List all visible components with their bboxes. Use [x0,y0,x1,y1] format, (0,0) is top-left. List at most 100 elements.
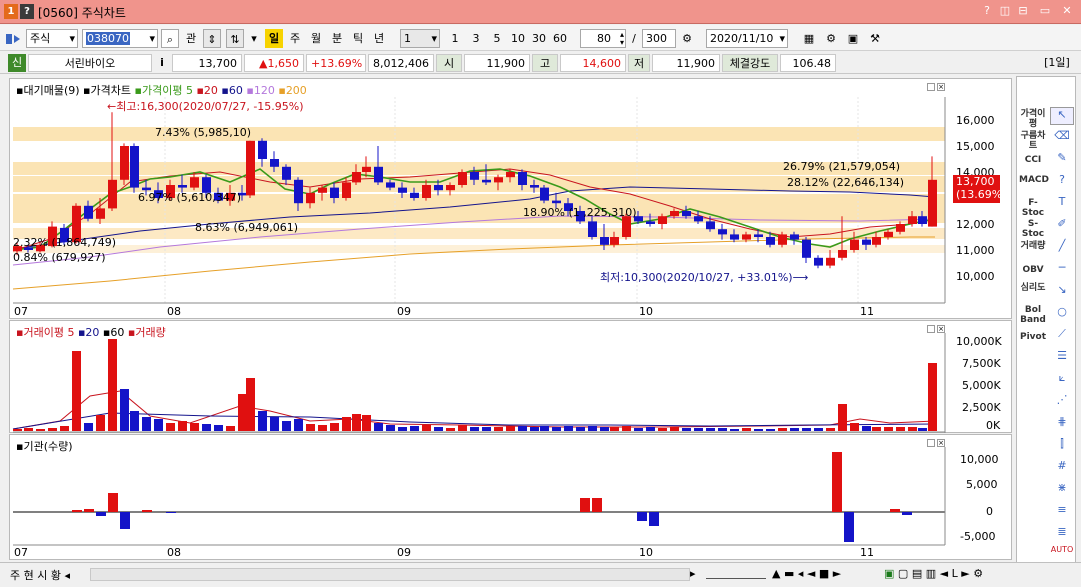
tool-cci[interactable]: CCI [1019,155,1047,165]
fan-icon[interactable]: ⋰ [1050,393,1074,411]
horizontal-scrollbar[interactable] [90,568,690,581]
legend-vol-ma20[interactable]: 20 [85,326,99,339]
tool-price-ma[interactable]: 가격이평 [1019,109,1047,129]
print-icon[interactable]: ▤ [912,567,922,580]
legend-ma120[interactable]: 120 [254,84,275,97]
prev-icon[interactable]: ◄ [940,567,948,580]
panel-restore-icon[interactable] [927,439,935,447]
legend-ma[interactable]: 가격이평 [142,84,182,97]
copy-icon[interactable]: ▥ [926,567,936,580]
search-icon[interactable]: ⌕ [161,29,179,48]
panel-restore-icon[interactable] [927,325,935,333]
legend-vol-ma60[interactable]: 60 [110,326,124,339]
legend-chart[interactable]: 가격차트 [91,84,131,97]
legend-ma200[interactable]: 200 [286,84,307,97]
line-tool-icon[interactable]: ╱ [1050,239,1074,257]
period-weekly-button[interactable]: 주 [286,29,304,48]
dock-arrow-icon[interactable] [6,33,22,45]
panel-restore-icon[interactable] [927,83,935,91]
tool-volume[interactable]: 거래량 [1019,241,1047,251]
last-icon[interactable]: ► [833,567,841,580]
spinner-icon[interactable]: ⇅ [226,29,244,48]
chevron-down-icon[interactable]: ▾ [245,29,263,48]
tool-pivot[interactable]: Pivot [1019,332,1047,342]
stock-code-input[interactable]: 038070 ▾ [82,29,158,48]
question-icon[interactable]: ? [1050,173,1074,191]
pattern-icon[interactable]: ⋇ [1050,481,1074,499]
volume-chart-panel[interactable]: ▪거래이평 5 ▪20 ▪60 ▪거래량 × 10,000K 7,500K 5,… [9,320,1012,433]
close-icon[interactable]: ✕ [1060,4,1074,18]
first-icon[interactable]: ◄ [807,567,815,580]
trend-icon[interactable]: ⟋ [1050,327,1074,345]
market-select[interactable]: 주식 ▾ [26,29,78,48]
total-count-input[interactable]: 300 [642,29,676,48]
tool-f-stoc[interactable]: F-Stoc [1019,198,1047,218]
step-back-icon[interactable]: ◂ [798,567,804,580]
info-icon[interactable]: i [155,54,169,72]
legend-volume[interactable]: 거래량 [135,326,165,339]
help-badge[interactable]: ? [20,4,34,19]
period-minute-button[interactable]: 분 [328,29,346,48]
compare-icon[interactable]: ⇕ [203,29,221,48]
stack-icon[interactable]: ≣ [1050,525,1074,543]
erase-all-icon[interactable]: ✎ [1050,151,1074,169]
institution-chart-panel[interactable]: ▪기관(수량) × 10,000 5,000 0 -5,000 07 08 09… [9,434,1012,560]
channel-icon[interactable]: ☰ [1050,349,1074,367]
tool-s-stoc[interactable]: S-Stoc [1019,219,1047,239]
next-icon[interactable]: ► [961,567,969,580]
maximize-icon[interactable]: ▭ [1038,4,1052,18]
legend-vp[interactable]: 대기매물(9) [23,84,79,97]
link-icon[interactable]: L [952,567,958,580]
period-year-button[interactable]: 년 [370,29,388,48]
zoom-out-icon[interactable]: ▬ [784,567,794,580]
tab-si[interactable]: 시 [37,569,47,582]
text-tool-icon[interactable]: T [1050,195,1074,213]
help-icon[interactable]: ? [980,4,994,18]
scroll-left-icon[interactable]: ◂ [65,569,71,582]
legend-vol-ma[interactable]: 거래이평 [23,326,63,339]
tool-obv[interactable]: OBV [1019,265,1047,275]
settings-icon[interactable]: ⚙ [973,567,983,580]
institution-chart-svg[interactable] [10,435,1013,561]
cursor-icon[interactable]: ↖ [1050,107,1074,125]
min-5-button[interactable]: 5 [488,29,506,48]
chart-icon[interactable]: ▦ [800,29,818,48]
tab-ju[interactable]: 주 [10,569,20,582]
grid-icon[interactable]: # [1050,459,1074,477]
gwan-button[interactable]: 관 [182,29,200,48]
pen-icon[interactable]: ✐ [1050,217,1074,235]
min-30-button[interactable]: 30 [529,29,549,48]
window-number-badge[interactable]: 1 [4,4,18,19]
minimize-icon[interactable]: ⊟ [1016,4,1030,18]
zoom-input[interactable]: 80 ▴ ▾ [580,29,626,48]
panel-close-icon[interactable]: × [937,439,945,447]
period-tick-button[interactable]: 틱 [349,29,367,48]
price-chart-panel[interactable]: ▪대기매물(9) ▪가격차트 ▪가격이평 5 ▪20 ▪60 ▪120 ▪200… [9,78,1012,319]
tool-bollinger[interactable]: Bol Band [1019,305,1047,325]
tool-psychology[interactable]: 심리도 [1019,283,1047,293]
ray-icon[interactable]: ↘ [1050,283,1074,301]
eraser-icon[interactable]: ⌫ [1050,129,1074,147]
fibonacci-icon[interactable]: ⋕ [1050,415,1074,433]
tab-hwang[interactable]: 황 [51,569,61,582]
tools-icon[interactable]: ⚒ [866,29,884,48]
excel-icon[interactable]: ▣ [884,567,894,580]
circle-icon[interactable]: ○ [1050,305,1074,323]
link-icon[interactable]: ◫ [998,4,1012,18]
panel-close-icon[interactable]: × [937,83,945,91]
gann-icon[interactable]: ⟀ [1050,371,1074,389]
horizontal-line-icon[interactable]: ─ [1050,261,1074,279]
legend-ma5[interactable]: 5 [186,84,193,97]
period-monthly-button[interactable]: 월 [307,29,325,48]
stop-icon[interactable]: ■ [819,567,829,580]
date-select[interactable]: 2020/11/10 ▾ [706,29,788,48]
min-3-button[interactable]: 3 [467,29,485,48]
min-10-button[interactable]: 10 [508,29,528,48]
save-icon[interactable]: ▣ [844,29,862,48]
scroll-right-icon[interactable]: ▸ [690,567,696,580]
tool-macd[interactable]: MACD [1019,175,1049,185]
legend-ma60[interactable]: 60 [229,84,243,97]
zoom-in-icon[interactable]: ▲ [772,567,780,580]
panel-close-icon[interactable]: × [937,325,945,333]
save-icon[interactable]: ▢ [898,567,908,580]
